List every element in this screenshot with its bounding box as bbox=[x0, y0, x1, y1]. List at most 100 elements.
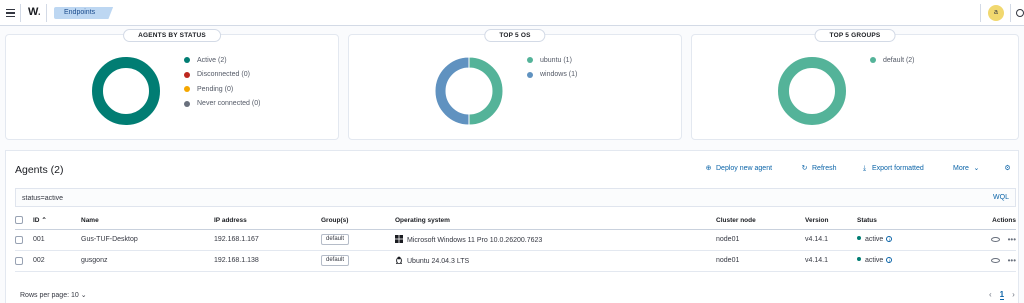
card-title: TOP 5 OS bbox=[484, 29, 546, 42]
agent-actions: ••• bbox=[943, 229, 1016, 251]
legend-dot bbox=[184, 86, 190, 93]
search-input[interactable] bbox=[22, 192, 982, 204]
next-page-icon[interactable]: › bbox=[1012, 290, 1015, 300]
groups-donut-chart bbox=[778, 57, 846, 125]
previous-page-icon[interactable]: ‹ bbox=[989, 290, 992, 300]
card-title: AGENTS BY STATUS bbox=[123, 29, 221, 42]
divider bbox=[20, 4, 21, 22]
deploy-agent-button[interactable]: ⊕ Deploy new agent bbox=[705, 165, 772, 172]
legend-item-pending[interactable]: Pending (0) bbox=[184, 82, 260, 97]
column-header-version[interactable]: Version bbox=[805, 212, 857, 230]
app-logo[interactable]: W• bbox=[28, 6, 40, 18]
top-bar: W• Endpoints a bbox=[0, 0, 1024, 26]
agents-by-status-card: AGENTS BY STATUS Active (2) Disconnected… bbox=[5, 29, 339, 140]
export-label: Export formatted bbox=[872, 165, 924, 172]
agent-groups: default bbox=[321, 250, 395, 272]
more-actions-icon[interactable]: ••• bbox=[1008, 256, 1016, 265]
agent-ip: 192.168.1.167 bbox=[214, 229, 321, 251]
legend-item-active[interactable]: Active (2) bbox=[184, 53, 260, 68]
legend-dot bbox=[184, 100, 190, 107]
settings-button[interactable]: ⚙ bbox=[1004, 165, 1011, 172]
donut-slice-windows[interactable] bbox=[434, 56, 470, 126]
column-header-id[interactable]: ID ⌃ bbox=[33, 212, 81, 230]
top-groups-card: TOP 5 GROUPS default (2) bbox=[691, 29, 1019, 140]
agent-name: Gus-TUF-Desktop bbox=[81, 229, 214, 251]
legend-item-disconnected[interactable]: Disconnected (0) bbox=[184, 68, 260, 83]
divider bbox=[1010, 4, 1011, 22]
legend-dot bbox=[184, 71, 190, 78]
agent-cluster-node: node01 bbox=[716, 229, 805, 251]
legend-label: Active (2) bbox=[197, 56, 227, 64]
legend-item-default[interactable]: default (2) bbox=[870, 53, 915, 68]
info-icon[interactable]: i bbox=[886, 257, 893, 263]
donut-slice-active[interactable] bbox=[92, 57, 160, 125]
legend-label: default (2) bbox=[883, 56, 915, 64]
agent-actions: ••• bbox=[943, 250, 1016, 272]
column-header-os[interactable]: Operating system bbox=[395, 212, 716, 230]
column-header-name[interactable]: Name bbox=[81, 212, 214, 230]
column-header-actions: Actions bbox=[943, 212, 1016, 230]
status-dot bbox=[857, 257, 861, 261]
user-avatar[interactable]: a bbox=[988, 5, 1004, 21]
row-checkbox[interactable] bbox=[15, 256, 23, 265]
status-dot bbox=[857, 236, 861, 240]
card-title: TOP 5 GROUPS bbox=[814, 29, 896, 42]
breadcrumb-endpoints[interactable]: Endpoints bbox=[54, 7, 114, 19]
column-header-ip[interactable]: IP address bbox=[214, 212, 321, 230]
legend-item-windows[interactable]: windows (1) bbox=[527, 68, 577, 83]
legend-label: Disconnected (0) bbox=[197, 71, 250, 79]
agent-id: 002 bbox=[33, 250, 81, 272]
row-select-cell bbox=[15, 229, 33, 251]
table-header-row: ID ⌃ Name IP address Group(s) Operating … bbox=[15, 212, 1016, 230]
divider bbox=[46, 4, 47, 22]
donut-slice-ubuntu[interactable] bbox=[468, 56, 504, 126]
select-all-cell bbox=[15, 212, 33, 230]
plus-circle-icon: ⊕ bbox=[705, 165, 712, 172]
status-label: active bbox=[865, 257, 884, 264]
refresh-button[interactable]: ↻ Refresh bbox=[801, 165, 837, 172]
legend-dot bbox=[184, 57, 190, 64]
more-actions-icon[interactable]: ••• bbox=[1008, 235, 1016, 244]
export-formatted-button[interactable]: ⤓ Export formatted bbox=[861, 165, 924, 172]
agent-id: 001 bbox=[33, 229, 81, 251]
table-row[interactable]: 001 Gus-TUF-Desktop 192.168.1.167 defaul… bbox=[15, 229, 1016, 251]
info-icon[interactable]: i bbox=[886, 236, 893, 242]
group-badge[interactable]: default bbox=[321, 234, 350, 245]
chevron-down-icon: ⌄ bbox=[80, 292, 87, 299]
legend-label: windows (1) bbox=[540, 71, 578, 79]
agent-status: active i bbox=[857, 229, 943, 251]
column-label: ID bbox=[33, 217, 40, 225]
search-bar: WQL bbox=[15, 188, 1016, 207]
eye-icon[interactable] bbox=[990, 236, 1000, 242]
legend-label: ubuntu (1) bbox=[540, 56, 572, 64]
status-legend: Active (2) Disconnected (0) Pending (0) … bbox=[184, 53, 260, 111]
menu-icon[interactable] bbox=[6, 9, 15, 17]
table-row[interactable]: 002 gusgonz 192.168.1.138 default Ubuntu… bbox=[15, 250, 1016, 272]
pagination: ‹ 1 › bbox=[989, 290, 1015, 300]
group-badge[interactable]: default bbox=[321, 255, 350, 266]
donut-slice-default[interactable] bbox=[778, 57, 846, 125]
column-header-cluster-node[interactable]: Cluster node bbox=[716, 212, 805, 230]
legend-item-ubuntu[interactable]: ubuntu (1) bbox=[527, 53, 577, 68]
column-header-status[interactable]: Status bbox=[857, 212, 943, 230]
legend-dot bbox=[527, 71, 533, 78]
agents-panel: Agents (2) ⊕ Deploy new agent ↻ Refresh ⤓ E… bbox=[5, 150, 1019, 303]
eye-icon[interactable] bbox=[990, 257, 1000, 263]
more-button[interactable]: More ⌄ bbox=[953, 165, 980, 172]
row-select-cell bbox=[15, 250, 33, 272]
query-language-toggle[interactable]: WQL bbox=[993, 194, 1009, 201]
help-icon[interactable] bbox=[1016, 9, 1024, 17]
download-icon: ⤓ bbox=[862, 165, 867, 172]
column-header-groups[interactable]: Group(s) bbox=[321, 212, 395, 230]
legend-item-never-connected[interactable]: Never connected (0) bbox=[184, 97, 260, 112]
page-number-current[interactable]: 1 bbox=[999, 290, 1005, 300]
legend-dot bbox=[527, 57, 533, 64]
os-legend: ubuntu (1) windows (1) bbox=[527, 53, 577, 82]
windows-icon bbox=[395, 235, 403, 243]
os-donut-chart bbox=[434, 56, 504, 126]
agent-name: gusgonz bbox=[81, 250, 214, 272]
status-label: active bbox=[865, 236, 884, 243]
select-all-checkbox[interactable] bbox=[15, 216, 23, 225]
rows-per-page-select[interactable]: Rows per page: 10 ⌄ bbox=[20, 291, 87, 299]
row-checkbox[interactable] bbox=[15, 235, 23, 244]
